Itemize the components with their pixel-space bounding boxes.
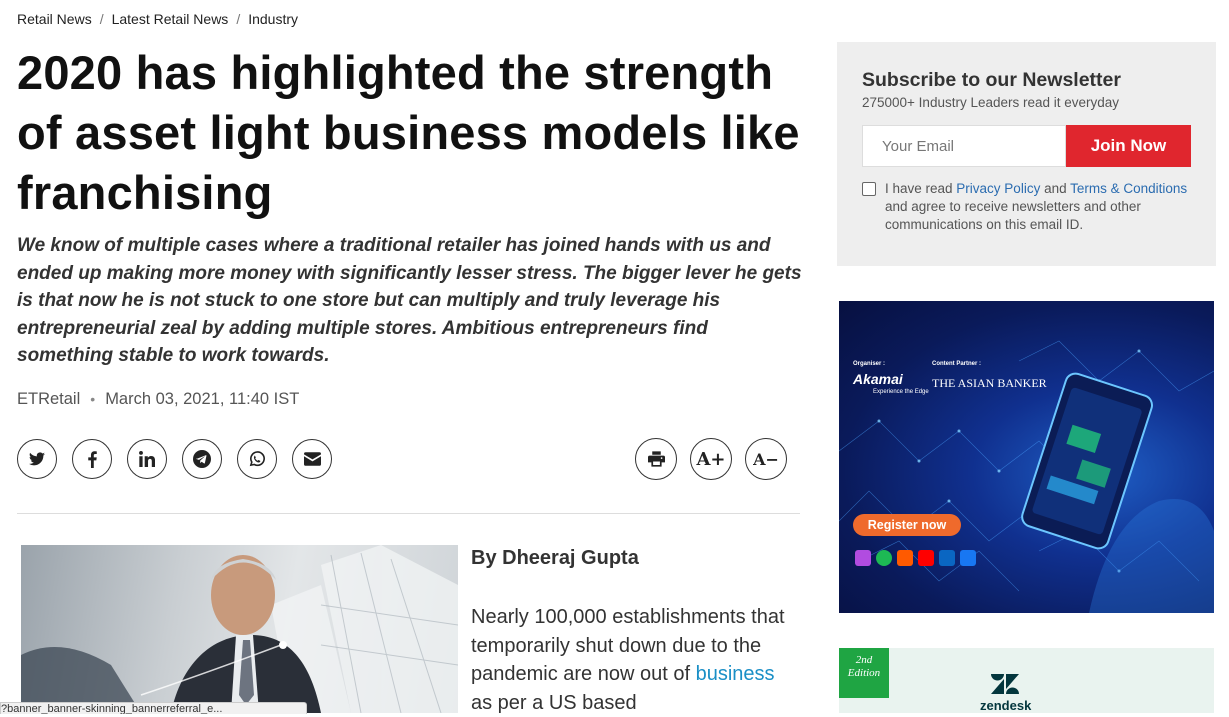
join-now-button[interactable]: Join Now — [1066, 125, 1191, 167]
font-decrease-label: A− — [753, 449, 779, 469]
breadcrumb-industry[interactable]: Industry — [248, 11, 298, 27]
breadcrumb-separator: / — [99, 11, 104, 27]
ad-banner-asian-banker[interactable]: Organiser : Content Partner : Akamai Exp… — [839, 301, 1214, 613]
email-field[interactable] — [862, 125, 1066, 167]
body-text-part: as per a US based — [471, 691, 637, 714]
twitter-icon — [29, 452, 45, 466]
author-name: By Dheeraj Gupta — [471, 547, 639, 569]
edition-badge: 2nd Edition — [839, 648, 889, 698]
content-partner-label: Content Partner : — [932, 361, 982, 367]
article-summary: We know of multiple cases where a tradit… — [17, 235, 802, 367]
breadcrumb-latest-retail-news[interactable]: Latest Retail News — [112, 11, 229, 27]
ad-banner-zendesk[interactable]: 2nd Edition zendesk — [839, 648, 1214, 713]
asian-banker-logo: THE ASIAN BANKER — [932, 376, 1047, 390]
breadcrumb: Retail News / Latest Retail News / Industry — [17, 11, 298, 27]
share-email-button[interactable] — [292, 439, 332, 479]
telegram-icon — [193, 450, 211, 468]
share-twitter-button[interactable] — [17, 439, 57, 479]
podcast-icon — [855, 550, 871, 566]
print-button[interactable] — [635, 438, 677, 480]
zendesk-logo-icon — [991, 674, 1019, 694]
consent-and: and — [1040, 181, 1071, 196]
font-increase-label: A+ — [696, 448, 726, 470]
article-image — [21, 545, 458, 713]
whatsapp-icon — [249, 451, 265, 467]
business-link[interactable]: business — [696, 663, 775, 685]
spotify-icon — [876, 550, 892, 566]
print-icon — [647, 451, 665, 467]
consent-checkbox[interactable] — [862, 182, 876, 196]
organiser-label: Organiser : — [853, 361, 886, 367]
breadcrumb-retail-news[interactable]: Retail News — [17, 11, 92, 27]
zendesk-wordmark: zendesk — [980, 698, 1032, 713]
font-decrease-button[interactable]: A− — [745, 438, 787, 480]
share-linkedin-button[interactable] — [127, 439, 167, 479]
article-headline: 2020 has highlighted the strength of ass… — [17, 46, 800, 219]
linkedin-icon — [139, 451, 155, 467]
consent-text: I have read Privacy Policy and Terms & C… — [885, 180, 1190, 234]
newsletter-box: Subscribe to our Newsletter 275000+ Indu… — [837, 42, 1216, 266]
soundcloud-icon — [897, 550, 913, 566]
email-icon — [303, 452, 321, 466]
divider — [17, 513, 800, 514]
facebook-icon — [87, 450, 97, 468]
newsletter-subtitle: 275000+ Industry Leaders read it everyda… — [862, 95, 1120, 110]
font-increase-button[interactable]: A+ — [690, 438, 732, 480]
status-bar-url: ?banner_banner-skinning_bannerreferral_e… — [0, 702, 307, 714]
source-label: ETRetail — [17, 390, 81, 408]
register-now-button[interactable]: Register now — [853, 514, 961, 536]
publish-date: March 03, 2021, 11:40 IST — [105, 390, 300, 408]
facebook-icon — [960, 550, 976, 566]
akamai-logo: Akamai — [853, 371, 903, 387]
terms-link[interactable]: Terms & Conditions — [1070, 181, 1187, 196]
share-telegram-button[interactable] — [182, 439, 222, 479]
linkedin-icon — [939, 550, 955, 566]
youtube-icon — [918, 550, 934, 566]
consent-prefix: I have read — [885, 181, 957, 196]
article-body: Nearly 100,000 establishments that tempo… — [471, 603, 801, 717]
akamai-tagline: Experience the Edge — [873, 389, 929, 395]
byline: ETRetail • March 03, 2021, 11:40 IST — [17, 390, 299, 409]
share-whatsapp-button[interactable] — [237, 439, 277, 479]
consent-suffix: and agree to receive newsletters and oth… — [885, 199, 1141, 232]
breadcrumb-separator: / — [236, 11, 241, 27]
byline-separator: • — [90, 391, 96, 407]
share-facebook-button[interactable] — [72, 439, 112, 479]
newsletter-title: Subscribe to our Newsletter — [862, 69, 1121, 91]
privacy-policy-link[interactable]: Privacy Policy — [956, 181, 1040, 196]
ad-social-icons — [855, 550, 976, 566]
